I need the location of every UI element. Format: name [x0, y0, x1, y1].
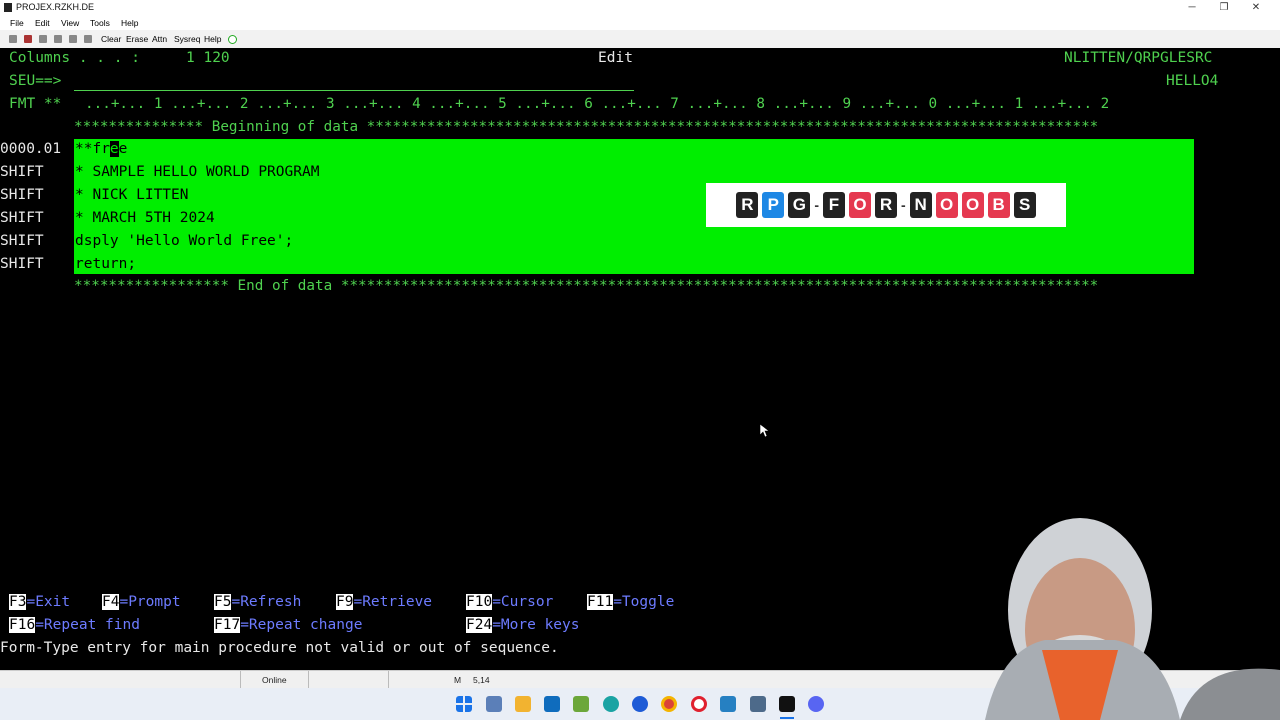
erase-button[interactable]: Erase	[126, 34, 148, 44]
menu-edit[interactable]: Edit	[35, 18, 50, 28]
source-file: NLITTEN/QRPGLESRC	[1064, 50, 1213, 66]
code-line[interactable]: * MARCH 5TH 2024	[75, 210, 215, 227]
window-titlebar: PROJEX.RZKH.DE ─ ❐ ✕	[0, 0, 1280, 16]
firefox-icon[interactable]	[632, 696, 648, 712]
logo-dash: -	[814, 197, 819, 213]
outlook-icon[interactable]	[544, 696, 560, 712]
play-icon[interactable]	[228, 35, 237, 44]
menu-tools[interactable]: Tools	[90, 18, 110, 28]
clear-button[interactable]: Clear	[101, 34, 121, 44]
error-message: Form-Type entry for main procedure not v…	[0, 640, 559, 656]
help-button[interactable]: Help	[204, 34, 221, 44]
sequence-number: SHIFT	[0, 187, 44, 203]
opera-icon[interactable]	[691, 696, 707, 712]
code-line[interactable]: return;	[75, 256, 136, 273]
sequence-number: 0000.01	[0, 141, 62, 157]
f3-exit-key[interactable]: F3=Exit	[9, 594, 70, 611]
f9-retrieve-key[interactable]: F9=Retrieve	[336, 594, 432, 611]
attn-button[interactable]: Attn	[152, 34, 167, 44]
window-title: PROJEX.RZKH.DE	[16, 2, 95, 12]
mode-title: Edit	[598, 50, 633, 66]
code-line[interactable]: * NICK LITTEN	[75, 187, 189, 204]
minimize-button[interactable]: ─	[1176, 0, 1208, 16]
seu-prompt: SEU==>	[9, 73, 62, 89]
seu-input-line[interactable]	[74, 90, 634, 91]
toolbar: Clear Erase Attn Sysreq Help	[0, 30, 1280, 49]
restore-button[interactable]: ❐	[1208, 0, 1240, 16]
settings-icon[interactable]	[84, 35, 92, 43]
close-button[interactable]: ✕	[1240, 0, 1272, 16]
member-name: HELLO4	[1166, 73, 1219, 89]
file-explorer-icon[interactable]	[515, 696, 531, 712]
chrome-icon[interactable]	[661, 696, 677, 712]
print-icon[interactable]	[69, 35, 77, 43]
end-of-data: ****************** End of data *********…	[74, 278, 1099, 294]
presenter-webcam	[985, 518, 1280, 720]
code-line[interactable]: * SAMPLE HELLO WORLD PROGRAM	[75, 164, 319, 181]
disconnect-icon[interactable]	[24, 35, 32, 43]
logo-letter: N	[909, 192, 932, 218]
copy-icon[interactable]	[39, 35, 47, 43]
logo-letter: S	[1013, 192, 1036, 218]
logo-letter: F	[823, 192, 845, 218]
sysreq-button[interactable]: Sysreq	[174, 34, 200, 44]
f17-repeat-change-key[interactable]: F17=Repeat change	[214, 617, 362, 634]
logo-letter: G	[788, 192, 811, 218]
logo-letter: B	[987, 192, 1010, 218]
logo-letter: P	[762, 192, 785, 218]
app-icon	[4, 3, 12, 12]
edge-icon[interactable]	[603, 696, 619, 712]
logo-letter: O	[961, 192, 984, 218]
input-mode: M	[454, 675, 462, 685]
f16-repeat-find-key[interactable]: F16=Repeat find	[9, 617, 140, 634]
columns-value: 1 120	[186, 50, 230, 66]
begin-of-data: *************** Beginning of data ******…	[74, 119, 1099, 135]
logo-letter: R	[736, 192, 759, 218]
vscode-icon[interactable]	[720, 696, 736, 712]
f10-cursor-key[interactable]: F10=Cursor	[466, 594, 553, 611]
editor-icon[interactable]	[573, 696, 589, 712]
columns-label: Columns . . . :	[9, 50, 140, 66]
f5-refresh-key[interactable]: F5=Refresh	[214, 594, 301, 611]
menu-bar: File Edit View Tools Help	[0, 16, 1280, 30]
terminal-icon[interactable]	[779, 696, 795, 712]
widgets-icon[interactable]	[486, 696, 502, 712]
windows-start-icon[interactable]	[456, 696, 472, 712]
connection-status: Online	[262, 675, 287, 685]
text-cursor: e	[109, 141, 119, 157]
active-app-indicator	[780, 717, 794, 719]
fmt-label: FMT **	[9, 96, 62, 112]
new-icon[interactable]	[9, 35, 17, 43]
f24-more-keys-key[interactable]: F24=More keys	[466, 617, 580, 634]
logo-letter: R	[875, 192, 897, 218]
logo-dash: -	[901, 197, 906, 213]
snipping-icon[interactable]	[750, 696, 766, 712]
sequence-number: SHIFT	[0, 233, 44, 249]
sequence-number: SHIFT	[0, 210, 44, 226]
rpg-for-noobs-logo: R P G - F O R - N O O B S	[706, 183, 1066, 227]
f4-prompt-key[interactable]: F4=Prompt	[102, 594, 181, 611]
f11-toggle-key[interactable]: F11=Toggle	[587, 594, 674, 611]
menu-view[interactable]: View	[61, 18, 79, 28]
column-ruler: ...+... 1 ...+... 2 ...+... 3 ...+... 4 …	[85, 96, 1110, 112]
discord-icon[interactable]	[808, 696, 824, 712]
mouse-pointer-icon	[760, 424, 770, 438]
logo-letter: O	[935, 192, 958, 218]
code-line[interactable]: dsply 'Hello World Free';	[75, 233, 293, 250]
menu-help[interactable]: Help	[121, 18, 138, 28]
paste-icon[interactable]	[54, 35, 62, 43]
menu-file[interactable]: File	[10, 18, 24, 28]
cursor-position: 5,14	[473, 675, 490, 685]
sequence-number: SHIFT	[0, 164, 44, 180]
logo-letter: O	[849, 192, 871, 218]
code-line[interactable]: **free	[75, 141, 127, 158]
sequence-number: SHIFT	[0, 256, 44, 272]
